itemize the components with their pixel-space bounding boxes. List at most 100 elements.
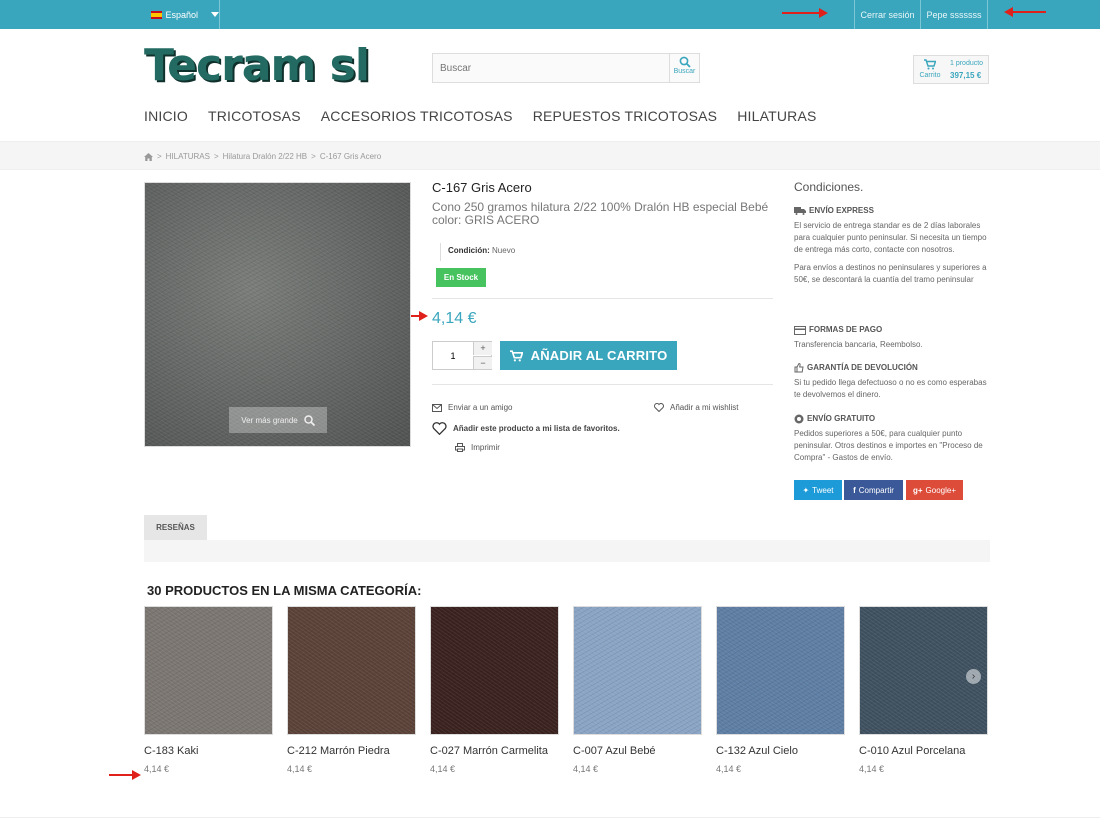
annotation-arrow-account bbox=[1004, 7, 1046, 17]
cart-icon bbox=[509, 349, 523, 361]
search-input[interactable] bbox=[433, 54, 669, 82]
related-product-name[interactable]: C-132 Azul Cielo bbox=[716, 745, 845, 757]
add-favorites-link[interactable]: Añadir este producto a mi lista de favor… bbox=[432, 422, 620, 435]
breadcrumb-current: C-167 Gris Acero bbox=[319, 152, 382, 161]
related-product[interactable]: C-183 Kaki 4,14 € bbox=[144, 606, 273, 774]
related-product[interactable]: C-027 Marrón Carmelita 4,14 € bbox=[430, 606, 559, 774]
payment-block: FORMAS DE PAGO Transferencia bancaria, R… bbox=[794, 324, 990, 357]
twitter-icon: ✦ bbox=[802, 485, 810, 495]
annotation-arrow-related-price bbox=[109, 770, 141, 780]
express-heading: ENVÍO EXPRESS bbox=[809, 206, 874, 215]
related-product-image[interactable] bbox=[716, 606, 845, 735]
site-logo[interactable]: Tecram sl bbox=[144, 40, 370, 91]
breadcrumb-item[interactable]: Hilatura Dralón 2/22 HB bbox=[223, 152, 307, 161]
product-image[interactable]: Ver más grande bbox=[144, 182, 411, 447]
account-link[interactable]: Pepe sssssss bbox=[920, 0, 988, 29]
related-product-name[interactable]: C-183 Kaki bbox=[144, 745, 273, 757]
breadcrumb: > HILATURAS > Hilatura Dralón 2/22 HB > … bbox=[144, 152, 381, 161]
search-box: Buscar bbox=[432, 53, 700, 83]
heart-icon bbox=[654, 403, 664, 412]
related-product-image[interactable] bbox=[430, 606, 559, 735]
free-shipping-text: Pedidos superiores a 50€, para cualquier… bbox=[794, 429, 983, 462]
add-wishlist-link[interactable]: Añadir a mi wishlist bbox=[654, 403, 738, 412]
related-product-price: 4,14 € bbox=[144, 764, 170, 774]
product-condition: Condición: Nuevo bbox=[440, 243, 515, 261]
related-product-name[interactable]: C-007 Azul Bebé bbox=[573, 745, 702, 757]
search-icon bbox=[679, 56, 691, 68]
related-product[interactable]: C-010 Azul Porcelana 4,14 € bbox=[859, 606, 988, 774]
facebook-share-button[interactable]: f Compartir bbox=[844, 480, 903, 500]
print-label: Imprimir bbox=[471, 443, 500, 452]
breadcrumb-bar: > HILATURAS > Hilatura Dralón 2/22 HB > … bbox=[0, 141, 1100, 170]
related-product[interactable]: C-212 Marrón Piedra 4,14 € bbox=[287, 606, 416, 774]
nav-item-hilaturas[interactable]: HILATURAS bbox=[737, 108, 816, 124]
free-shipping-block: ENVÍO GRATUITO Pedidos superiores a 50€,… bbox=[794, 413, 990, 470]
return-text: Si tu pedido llega defectuoso o no es co… bbox=[794, 378, 987, 399]
spain-flag-icon bbox=[151, 10, 163, 19]
cart-button[interactable]: Carrito 1 producto 397,15 € bbox=[913, 55, 989, 84]
nav-item-repuestos[interactable]: REPUESTOS TRICOTOSAS bbox=[533, 108, 718, 124]
facebook-icon: f bbox=[853, 485, 856, 495]
tab-reviews[interactable]: RESEÑAS bbox=[144, 515, 207, 540]
related-product[interactable]: C-132 Azul Cielo 4,14 € bbox=[716, 606, 845, 774]
logout-link[interactable]: Cerrar sesión bbox=[854, 0, 920, 29]
conditions-title: Condiciones. bbox=[794, 180, 864, 194]
cart-count: 1 producto bbox=[950, 60, 984, 67]
return-heading: GARANTÍA DE DEVOLUCIÓN bbox=[807, 363, 918, 372]
related-product-image[interactable] bbox=[573, 606, 702, 735]
related-product-image[interactable] bbox=[287, 606, 416, 735]
payment-heading: FORMAS DE PAGO bbox=[809, 325, 883, 334]
zoom-button[interactable]: Ver más grande bbox=[229, 407, 327, 433]
reviews-panel bbox=[144, 540, 990, 562]
add-to-cart-button[interactable]: AÑADIR AL CARRITO bbox=[500, 341, 677, 370]
add-to-cart-label: AÑADIR AL CARRITO bbox=[530, 348, 668, 363]
envelope-icon bbox=[432, 403, 442, 412]
related-product-price: 4,14 € bbox=[716, 764, 742, 774]
chevron-down-icon bbox=[211, 12, 219, 17]
condition-value: Nuevo bbox=[492, 246, 516, 255]
quantity-stepper: + − bbox=[432, 341, 492, 370]
google-plus-icon: g+ bbox=[912, 485, 923, 495]
related-product-name[interactable]: C-010 Azul Porcelana bbox=[859, 745, 988, 757]
quantity-input[interactable] bbox=[433, 342, 473, 369]
send-friend-label: Enviar a un amigo bbox=[448, 403, 513, 412]
language-selector[interactable]: Español bbox=[144, 0, 220, 29]
related-product-price: 4,14 € bbox=[287, 764, 313, 774]
divider bbox=[432, 384, 773, 385]
search-button[interactable]: Buscar bbox=[669, 54, 699, 82]
divider bbox=[432, 298, 773, 299]
favorites-label: Añadir este producto a mi lista de favor… bbox=[453, 424, 620, 433]
quantity-increase-button[interactable]: + bbox=[473, 342, 492, 355]
nav-item-inicio[interactable]: INICIO bbox=[144, 108, 188, 124]
send-friend-link[interactable]: Enviar a un amigo bbox=[432, 403, 512, 412]
express-text: El servicio de entrega standar es de 2 d… bbox=[794, 221, 987, 254]
breadcrumb-item[interactable]: HILATURAS bbox=[166, 152, 210, 161]
nav-item-tricotosas[interactable]: TRICOTOSAS bbox=[208, 108, 301, 124]
certificate-icon bbox=[794, 414, 804, 424]
wishlist-label: Añadir a mi wishlist bbox=[670, 403, 739, 412]
related-product-name[interactable]: C-027 Marrón Carmelita bbox=[430, 745, 559, 757]
related-product-image[interactable] bbox=[144, 606, 273, 735]
related-product[interactable]: C-007 Azul Bebé 4,14 € bbox=[573, 606, 702, 774]
quantity-decrease-button[interactable]: − bbox=[473, 356, 492, 369]
nav-item-accesorios[interactable]: ACCESORIOS TRICOTOSAS bbox=[321, 108, 513, 124]
free-shipping-heading: ENVÍO GRATUITO bbox=[807, 414, 876, 423]
print-link[interactable]: Imprimir bbox=[455, 443, 500, 452]
related-product-name[interactable]: C-212 Marrón Piedra bbox=[287, 745, 416, 757]
google-plus-button[interactable]: g+ Google+ bbox=[906, 480, 963, 500]
stock-badge: En Stock bbox=[436, 268, 486, 287]
search-button-label: Buscar bbox=[673, 68, 696, 75]
thumbs-up-icon bbox=[794, 363, 804, 373]
credit-card-icon bbox=[794, 325, 806, 335]
express-text-2: Para envíos a destinos no peninsulares y… bbox=[794, 263, 987, 284]
printer-icon bbox=[455, 443, 465, 452]
return-guarantee-block: GARANTÍA DE DEVOLUCIÓN Si tu pedido lleg… bbox=[794, 362, 990, 407]
cart-icon bbox=[924, 59, 937, 70]
tweet-button[interactable]: ✦ Tweet bbox=[794, 480, 842, 500]
product-description: Cono 250 gramos hilatura 2/22 100% Draló… bbox=[432, 200, 769, 227]
top-bar: Español Cerrar sesión Pepe sssssss bbox=[0, 0, 1100, 29]
home-icon[interactable] bbox=[144, 152, 153, 161]
carousel-next-icon[interactable]: › bbox=[966, 669, 981, 684]
condition-label: Condición: bbox=[448, 246, 490, 255]
payment-text: Transferencia bancaria, Reembolso. bbox=[794, 340, 923, 349]
